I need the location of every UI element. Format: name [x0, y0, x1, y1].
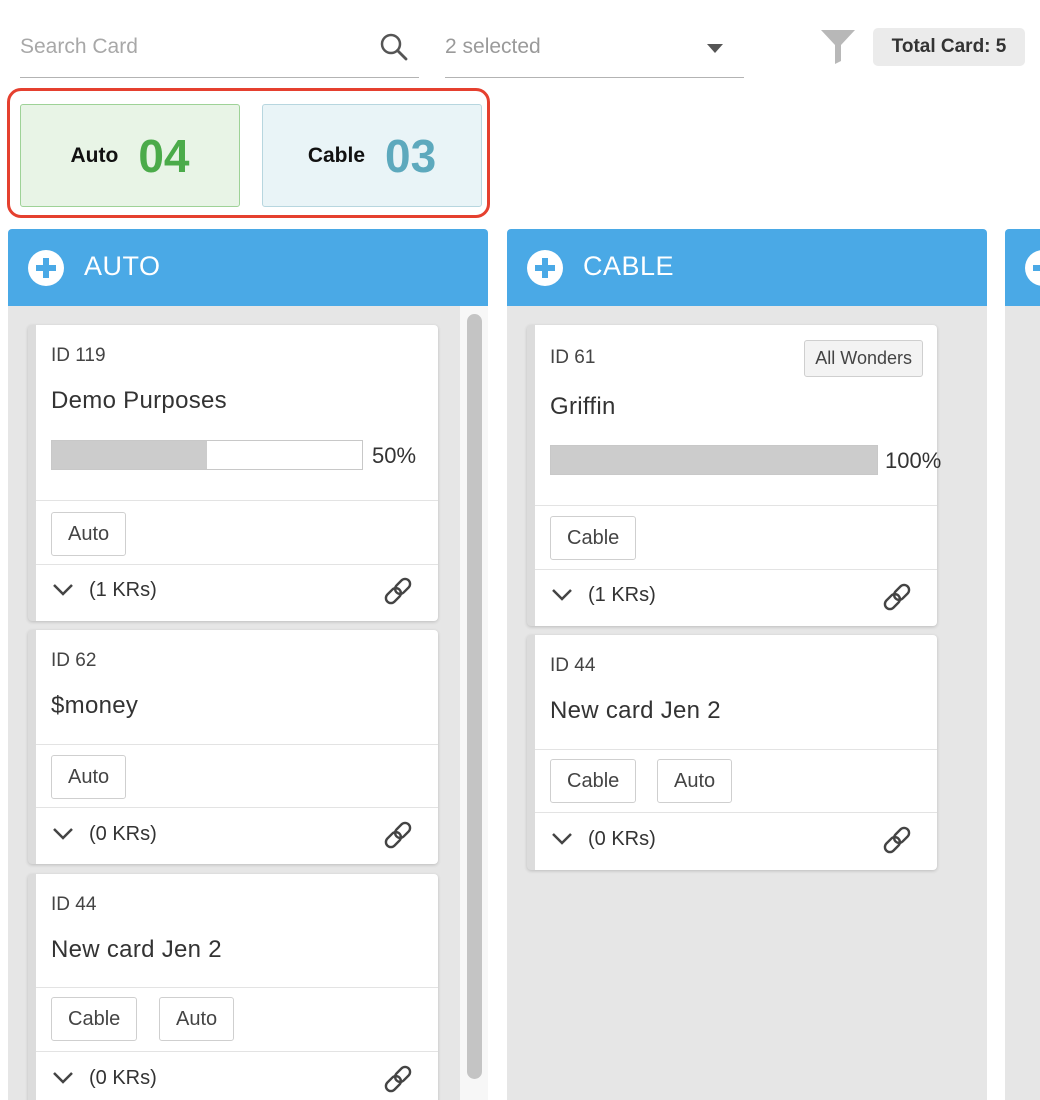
divider: [36, 500, 438, 501]
summary-tile-auto[interactable]: Auto 04: [20, 104, 240, 207]
progress-bar: [51, 440, 363, 470]
plus-circle-icon[interactable]: [1024, 249, 1040, 287]
column-header: [1005, 229, 1040, 306]
column-auto: AUTO ID 119 Demo Purposes 50% Auto (1 KR…: [8, 229, 488, 1100]
card[interactable]: ID 44 New card Jen 2 Cable Auto (0 KRs): [527, 635, 937, 870]
card-id: ID 62: [51, 650, 97, 671]
divider: [36, 987, 438, 988]
card[interactable]: ID 44 New card Jen 2 Cable Auto (0 KRs): [28, 874, 438, 1100]
link-icon[interactable]: [382, 819, 414, 851]
card-id: ID 61: [550, 347, 596, 368]
card-id: ID 44: [51, 894, 97, 915]
link-icon[interactable]: [881, 581, 913, 613]
search-field[interactable]: [20, 26, 419, 78]
caret-down-icon[interactable]: [706, 42, 724, 54]
kr-count: (1 KRs): [89, 579, 157, 601]
plus-circle-icon[interactable]: [27, 249, 65, 287]
summary-tile-count: 04: [138, 129, 190, 182]
column-title: CABLE: [583, 251, 675, 281]
column-cable: CABLE ID 61 All Wonders Griffin 100% Cab…: [507, 229, 987, 1100]
tag-chip[interactable]: Auto: [159, 997, 235, 1041]
divider: [36, 1051, 438, 1052]
filter-icon[interactable]: [820, 28, 856, 64]
card-title: Griffin: [550, 393, 616, 420]
chevron-down-icon[interactable]: [551, 588, 573, 602]
tag-chip[interactable]: Auto: [51, 755, 127, 799]
chevron-down-icon[interactable]: [52, 1071, 74, 1085]
tag-chip[interactable]: Cable: [550, 759, 637, 803]
link-icon[interactable]: [382, 1063, 414, 1095]
tag-chip[interactable]: Cable: [51, 997, 138, 1041]
chevron-down-icon[interactable]: [52, 583, 74, 597]
link-icon[interactable]: [881, 824, 913, 856]
divider: [36, 564, 438, 565]
search-icon[interactable]: [379, 32, 409, 62]
search-input[interactable]: [20, 32, 370, 62]
card-title: New card Jen 2: [51, 936, 222, 963]
divider: [36, 807, 438, 808]
column-partial: [1005, 229, 1040, 1100]
owner-badge: All Wonders: [804, 340, 923, 377]
link-icon[interactable]: [382, 575, 414, 607]
progress-fill: [52, 441, 207, 469]
chevron-down-icon[interactable]: [551, 832, 573, 846]
column-body: ID 119 Demo Purposes 50% Auto (1 KRs) ID: [8, 306, 488, 1100]
multiselect-value: 2 selected: [445, 35, 541, 58]
card-title: Demo Purposes: [51, 387, 227, 414]
chevron-down-icon[interactable]: [52, 827, 74, 841]
card[interactable]: ID 62 $money Auto (0 KRs): [28, 630, 438, 864]
tag-chip[interactable]: Cable: [550, 516, 637, 560]
column-header: CABLE: [507, 229, 987, 306]
summary-highlight: Auto 04 Cable 03: [7, 88, 490, 218]
scrollbar-thumb[interactable]: [467, 314, 482, 1079]
divider: [36, 744, 438, 745]
column-body: ID 61 All Wonders Griffin 100% Cable (1 …: [507, 306, 987, 1100]
divider: [535, 569, 937, 570]
column-body: [1005, 306, 1040, 1100]
plus-circle-icon[interactable]: [526, 249, 564, 287]
card-title: $money: [51, 692, 139, 719]
tag-chip[interactable]: Auto: [657, 759, 733, 803]
divider: [535, 812, 937, 813]
card[interactable]: ID 119 Demo Purposes 50% Auto (1 KRs): [28, 325, 438, 621]
progress-bar: [550, 445, 878, 475]
progress-percent: 100%: [885, 448, 942, 473]
card-id: ID 44: [550, 655, 596, 676]
kr-count: (0 KRs): [588, 828, 656, 850]
tag-chip[interactable]: Auto: [51, 512, 127, 556]
divider: [535, 505, 937, 506]
card[interactable]: ID 61 All Wonders Griffin 100% Cable (1 …: [527, 325, 941, 626]
divider: [535, 749, 937, 750]
total-card-badge: Total Card: 5: [873, 28, 1025, 66]
kr-count: (0 KRs): [89, 1067, 157, 1089]
kr-count: (0 KRs): [89, 823, 157, 845]
card-title: New card Jen 2: [550, 697, 721, 724]
progress-percent: 50%: [372, 443, 417, 468]
card-id: ID 119: [51, 345, 106, 366]
summary-tile-label: Auto: [70, 143, 119, 167]
progress-fill: [551, 446, 877, 474]
summary-tile-cable[interactable]: Cable 03: [262, 104, 482, 207]
column-title: AUTO: [84, 251, 161, 281]
kr-count: (1 KRs): [588, 584, 656, 606]
column-header: AUTO: [8, 229, 488, 306]
summary-tile-count: 03: [385, 129, 437, 182]
type-multiselect[interactable]: 2 selected: [445, 26, 744, 78]
summary-tile-label: Cable: [307, 143, 365, 167]
